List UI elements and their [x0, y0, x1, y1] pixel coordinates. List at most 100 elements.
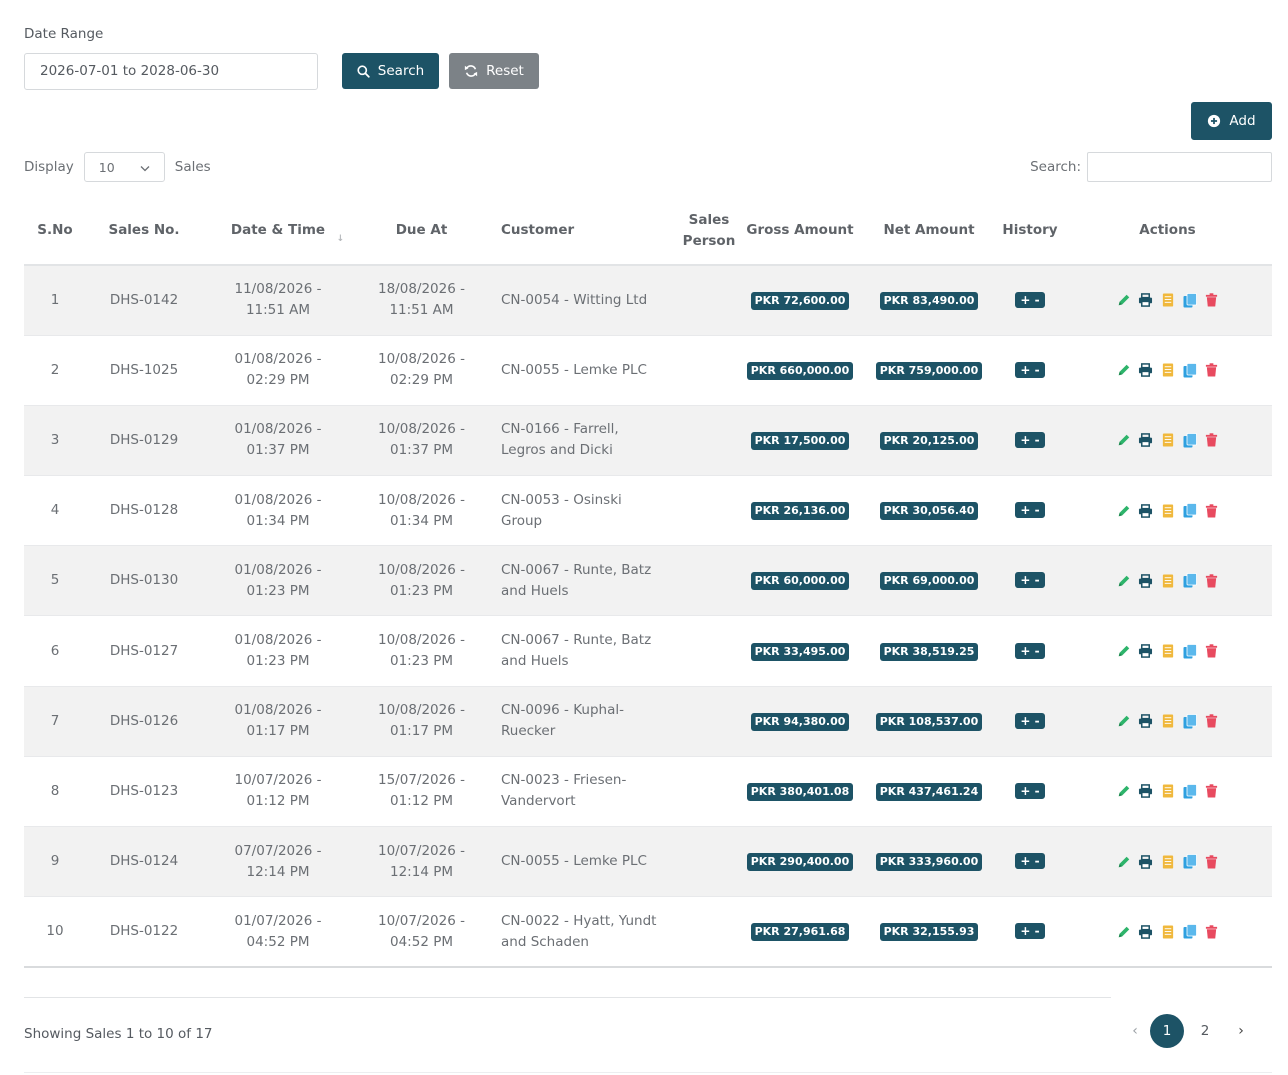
col-header-customer[interactable]: Customer — [489, 197, 679, 266]
history-toggle-button[interactable]: + - — [1015, 291, 1045, 308]
search-button[interactable]: Search — [342, 53, 439, 89]
col-header-due-at[interactable]: Due At — [354, 197, 489, 266]
next-page-button[interactable]: › — [1226, 1014, 1256, 1048]
print-icon[interactable] — [1138, 924, 1153, 939]
table-row[interactable]: 6 DHS-0127 01/08/2026 -01:23 PM 10/08/2026 … — [24, 615, 1272, 687]
copy-icon[interactable] — [1182, 854, 1197, 869]
edit-icon[interactable] — [1116, 784, 1131, 799]
print-icon[interactable] — [1138, 573, 1153, 588]
edit-icon[interactable] — [1116, 293, 1131, 308]
trash-icon[interactable] — [1204, 363, 1219, 378]
col-header-gross-amount[interactable]: Gross Amount — [739, 197, 861, 266]
prev-page-button[interactable]: ‹ — [1120, 1014, 1150, 1048]
cell-sales-no: DHS-0128 — [86, 475, 202, 547]
col-header-net-amount[interactable]: Net Amount — [861, 197, 997, 266]
page-button-2[interactable]: 2 — [1188, 1014, 1222, 1048]
note-icon[interactable] — [1160, 784, 1175, 799]
copy-icon[interactable] — [1182, 573, 1197, 588]
copy-icon[interactable] — [1182, 924, 1197, 939]
cell-due-time: 02:29 PM — [390, 372, 453, 389]
trash-icon[interactable] — [1204, 293, 1219, 308]
col-header-history: History — [997, 197, 1063, 266]
col-header-sno[interactable]: S.No — [24, 197, 86, 266]
history-toggle-button[interactable]: + - — [1015, 431, 1045, 448]
history-toggle-button[interactable]: + - — [1015, 502, 1045, 519]
cell-history: + - — [997, 896, 1063, 968]
history-toggle-button[interactable]: + - — [1015, 712, 1045, 729]
col-header-sales-person[interactable]: Sales Person — [679, 197, 739, 266]
trash-icon[interactable] — [1204, 714, 1219, 729]
edit-icon[interactable] — [1116, 644, 1131, 659]
edit-icon[interactable] — [1116, 503, 1131, 518]
table-row[interactable]: 7 DHS-0126 01/08/2026 -01:17 PM 10/08/2026 … — [24, 686, 1272, 757]
note-icon[interactable] — [1160, 714, 1175, 729]
print-icon[interactable] — [1138, 644, 1153, 659]
cell-gross-amount: PKR 60,000.00 — [739, 545, 861, 617]
table-row[interactable]: 8 DHS-0123 10/07/2026 -01:12 PM 15/07/2026 … — [24, 756, 1272, 828]
cell-customer-line1: CN-0053 - Osinski — [501, 491, 622, 508]
print-icon[interactable] — [1138, 503, 1153, 518]
date-range-input[interactable]: 2026-07-01 to 2028-06-30 — [24, 53, 318, 90]
history-toggle-button[interactable]: + - — [1015, 572, 1045, 589]
trash-icon[interactable] — [1204, 644, 1219, 659]
edit-icon[interactable] — [1116, 573, 1131, 588]
note-icon[interactable] — [1160, 644, 1175, 659]
copy-icon[interactable] — [1182, 292, 1197, 308]
print-icon[interactable] — [1138, 363, 1153, 378]
copy-icon[interactable] — [1182, 784, 1197, 799]
edit-icon[interactable] — [1116, 924, 1131, 939]
table-row[interactable]: 1 DHS-0142 11/08/2026 -11:51 AM 18/08/2026 … — [24, 265, 1272, 336]
print-icon[interactable] — [1138, 784, 1153, 799]
copy-icon[interactable] — [1182, 433, 1197, 448]
table-row[interactable]: 3 DHS-0129 01/08/2026 -01:37 PM 10/08/2026 … — [24, 405, 1272, 477]
copy-icon[interactable] — [1182, 503, 1197, 518]
add-button[interactable]: Add — [1191, 102, 1272, 140]
cell-customer-line2: and Huels — [501, 653, 569, 670]
note-icon[interactable] — [1160, 433, 1175, 448]
print-icon[interactable] — [1138, 433, 1153, 448]
copy-icon[interactable] — [1182, 713, 1197, 729]
note-icon[interactable] — [1160, 363, 1175, 378]
history-toggle-button[interactable]: + - — [1015, 642, 1045, 659]
trash-icon[interactable] — [1204, 784, 1219, 799]
page-button-1[interactable]: 1 — [1150, 1014, 1184, 1048]
page-size-select[interactable]: 10 — [83, 152, 165, 182]
history-toggle-button[interactable]: + - — [1015, 853, 1045, 870]
table-row[interactable]: 2 DHS-1025 01/08/2026 -02:29 PM 10/08/2026 … — [24, 335, 1272, 406]
trash-icon[interactable] — [1204, 924, 1219, 939]
trash-icon[interactable] — [1204, 854, 1219, 869]
table-row[interactable]: 9 DHS-0124 07/07/2026 -12:14 PM 10/07/2026 … — [24, 826, 1272, 898]
col-header-date-time[interactable]: Date & Time ↓ — [202, 197, 354, 266]
net-amount-badge: PKR 333,960.00 — [875, 853, 983, 872]
print-icon[interactable] — [1138, 854, 1153, 869]
history-toggle-button[interactable]: + - — [1015, 923, 1045, 940]
cell-net-amount: PKR 437,461.24 — [861, 756, 997, 828]
trash-icon[interactable] — [1204, 573, 1219, 588]
table-row[interactable]: 5 DHS-0130 01/08/2026 -01:23 PM 10/08/2026 … — [24, 545, 1272, 617]
note-icon[interactable] — [1160, 503, 1175, 518]
edit-icon[interactable] — [1116, 714, 1131, 729]
note-icon[interactable] — [1160, 854, 1175, 869]
note-icon[interactable] — [1160, 924, 1175, 939]
col-header-sales-no[interactable]: Sales No. — [86, 197, 202, 266]
edit-icon[interactable] — [1116, 854, 1131, 869]
table-row[interactable]: 4 DHS-0128 01/08/2026 -01:34 PM 10/08/2026 … — [24, 475, 1272, 547]
cell-sno: 5 — [24, 545, 86, 617]
history-toggle-button[interactable]: + - — [1015, 361, 1045, 378]
copy-icon[interactable] — [1182, 643, 1197, 659]
edit-icon[interactable] — [1116, 363, 1131, 378]
print-icon[interactable] — [1138, 714, 1153, 729]
edit-icon[interactable] — [1116, 433, 1131, 448]
history-toggle-button[interactable]: + - — [1015, 782, 1045, 799]
table-search-input[interactable] — [1087, 152, 1272, 182]
cell-sno: 4 — [24, 475, 86, 547]
note-icon[interactable] — [1160, 573, 1175, 588]
copy-icon[interactable] — [1182, 362, 1197, 378]
trash-icon[interactable] — [1204, 433, 1219, 448]
reset-button[interactable]: Reset — [449, 53, 539, 89]
print-icon[interactable] — [1138, 293, 1153, 308]
table-row[interactable]: 10 DHS-0122 01/07/2026 -04:52 PM 10/07/2026… — [24, 896, 1272, 968]
trash-icon[interactable] — [1204, 503, 1219, 518]
note-icon[interactable] — [1160, 293, 1175, 308]
cell-due-time: 01:34 PM — [390, 512, 453, 529]
